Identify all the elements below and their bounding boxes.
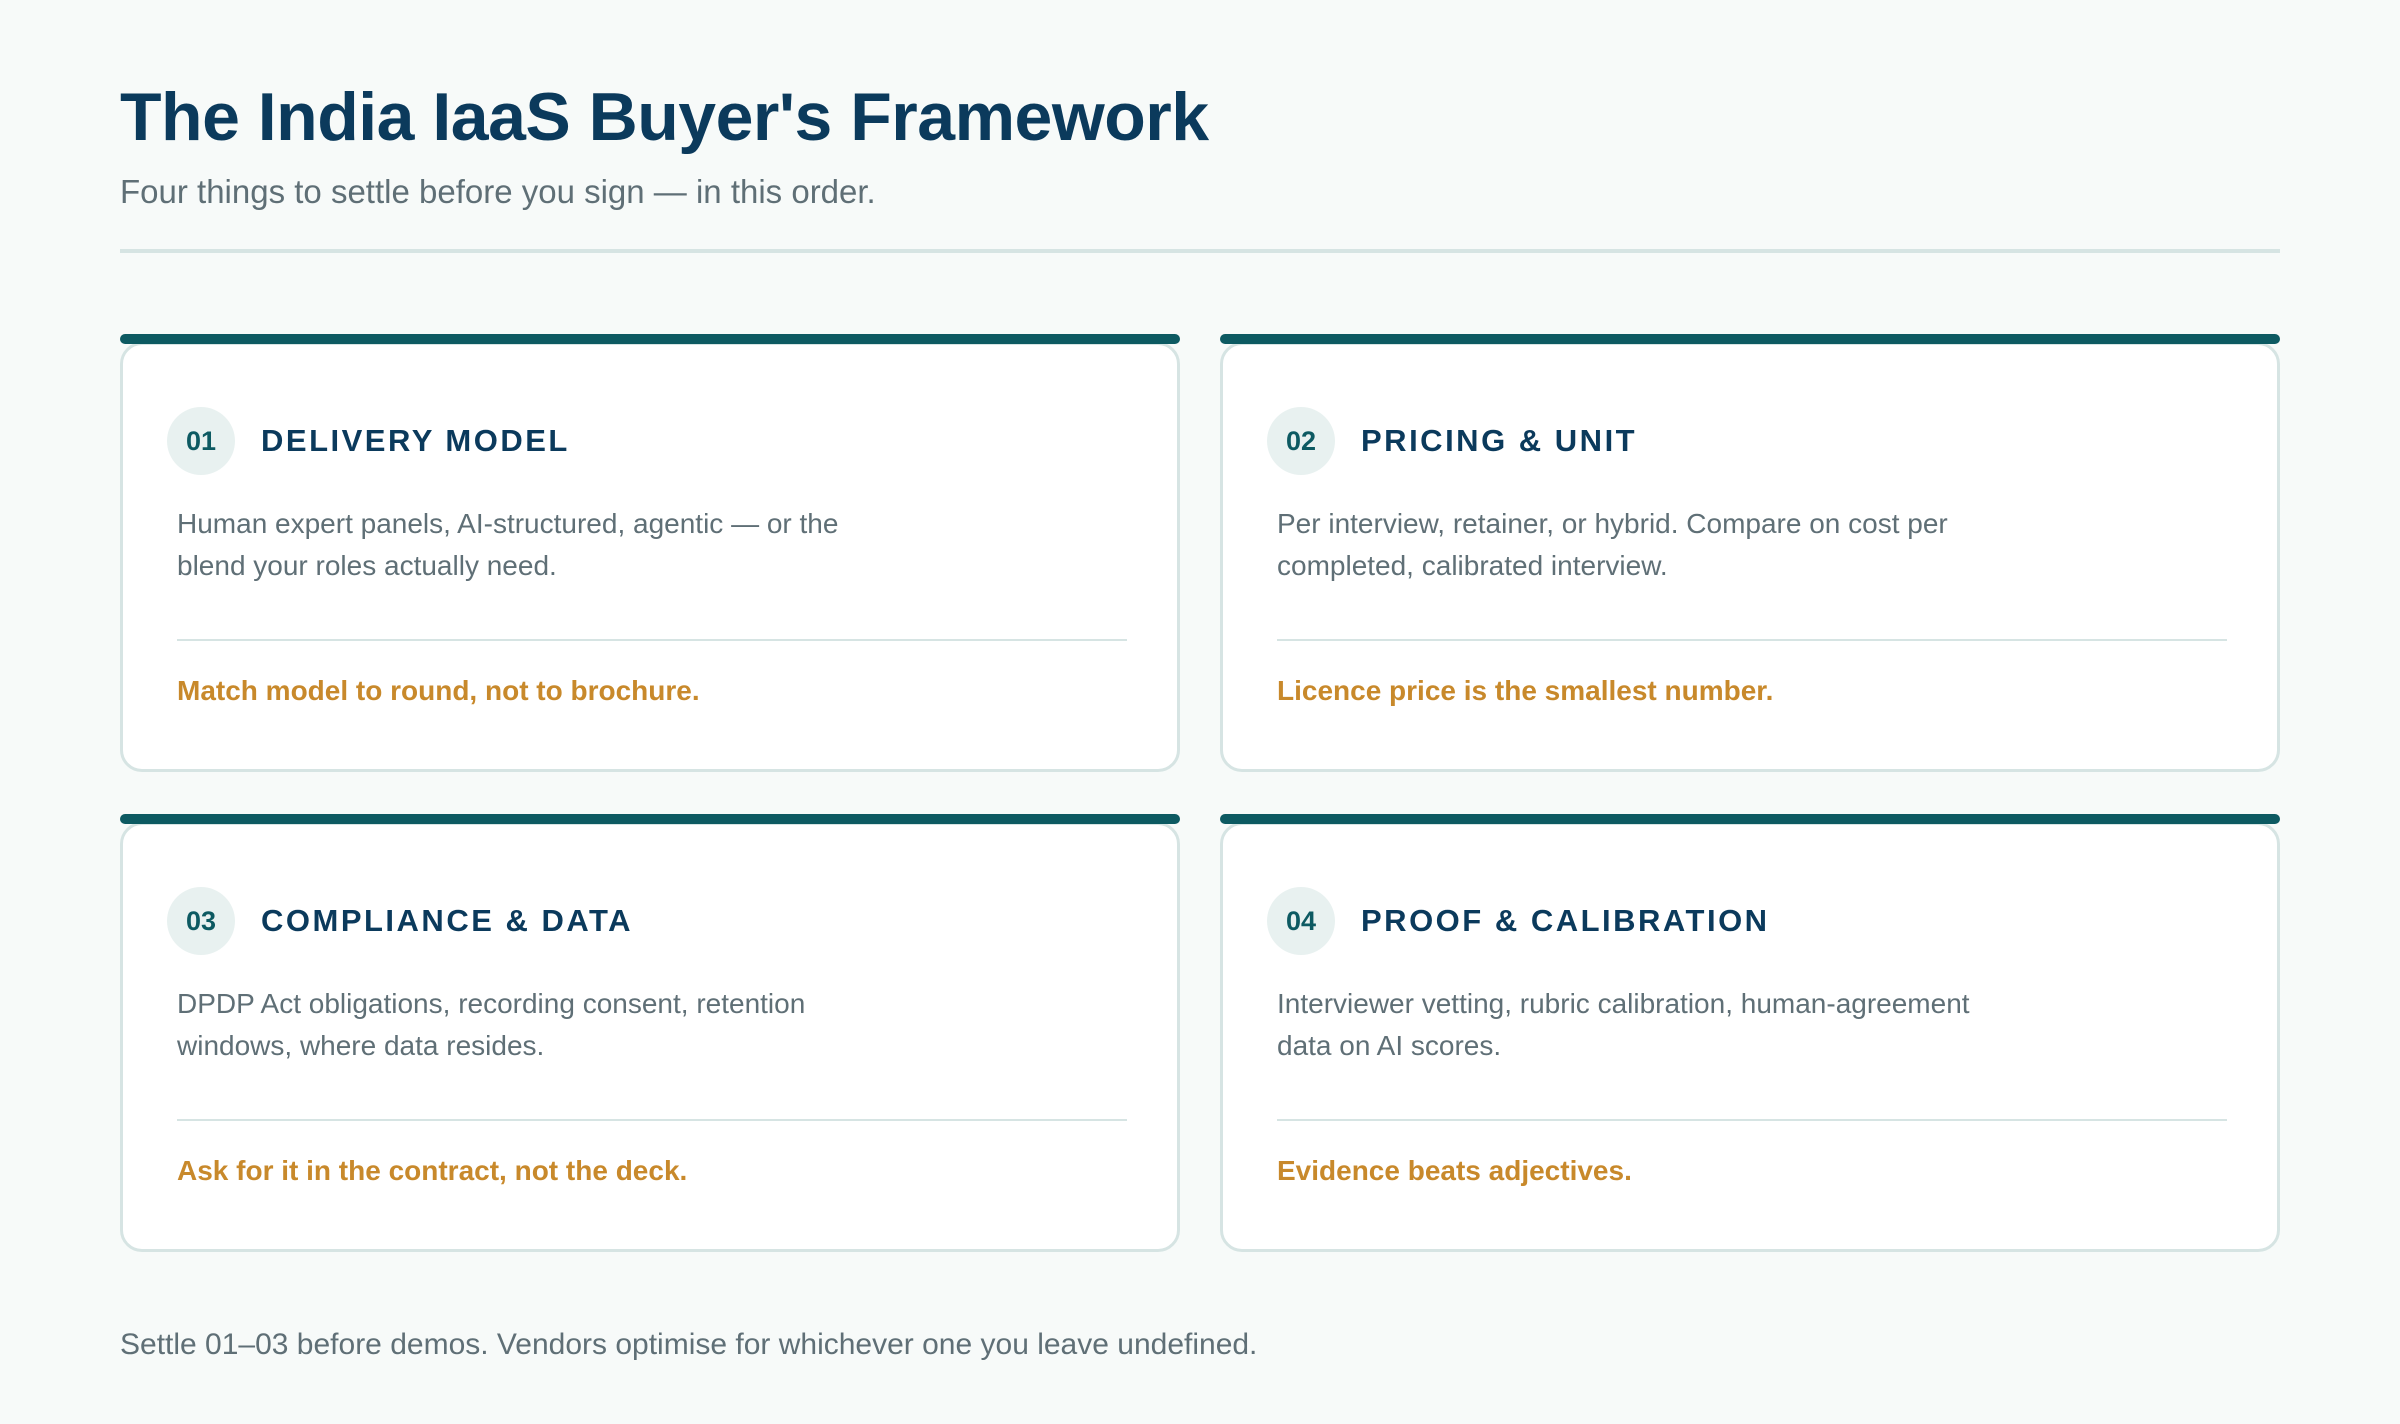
card-pricing-unit: 02 PRICING & UNIT Per interview, retaine… — [1220, 334, 2280, 772]
card-divider — [1277, 639, 2227, 641]
card-proof-calibration: 04 PROOF & CALIBRATION Interviewer vetti… — [1220, 814, 2280, 1252]
card-title: PROOF & CALIBRATION — [1361, 903, 1770, 938]
page-subtitle: Four things to settle before you sign — … — [120, 173, 876, 210]
card-divider — [1277, 1119, 2227, 1121]
card-number-badge: 02 — [1267, 407, 1335, 475]
card-number-badge: 03 — [167, 887, 235, 955]
card-title: DELIVERY MODEL — [261, 423, 570, 458]
page-title: The India IaaS Buyer's Framework — [120, 79, 1209, 155]
card-number-badge: 04 — [1267, 887, 1335, 955]
card-takeaway: Match model to round, not to brochure. — [177, 675, 700, 706]
card-divider — [177, 1119, 1127, 1121]
card-compliance-data: 03 COMPLIANCE & DATA DPDP Act obligation… — [120, 814, 1180, 1252]
header-divider — [120, 249, 2280, 253]
card-takeaway: Evidence beats adjectives. — [1277, 1155, 1632, 1186]
card-takeaway: Ask for it in the contract, not the deck… — [177, 1155, 688, 1186]
card-takeaway: Licence price is the smallest number. — [1277, 675, 1774, 706]
card-description: Human expert panels, AI-structured, agen… — [177, 508, 839, 581]
card-accent-bar — [1220, 814, 2280, 824]
card-title: COMPLIANCE & DATA — [261, 903, 633, 938]
card-number-badge: 01 — [167, 407, 235, 475]
card-description: Interviewer vetting, rubric calibration,… — [1277, 988, 1970, 1061]
card-divider — [177, 639, 1127, 641]
footer-note: Settle 01–03 before demos. Vendors optim… — [120, 1328, 1258, 1361]
card-accent-bar — [120, 814, 1180, 824]
card-delivery-model: 01 DELIVERY MODEL Human expert panels, A… — [120, 334, 1180, 772]
card-accent-bar — [1220, 334, 2280, 344]
card-accent-bar — [120, 334, 1180, 344]
card-title: PRICING & UNIT — [1361, 423, 1638, 458]
card-description: DPDP Act obligations, recording consent,… — [177, 988, 806, 1061]
card-description: Per interview, retainer, or hybrid. Comp… — [1277, 508, 1948, 581]
